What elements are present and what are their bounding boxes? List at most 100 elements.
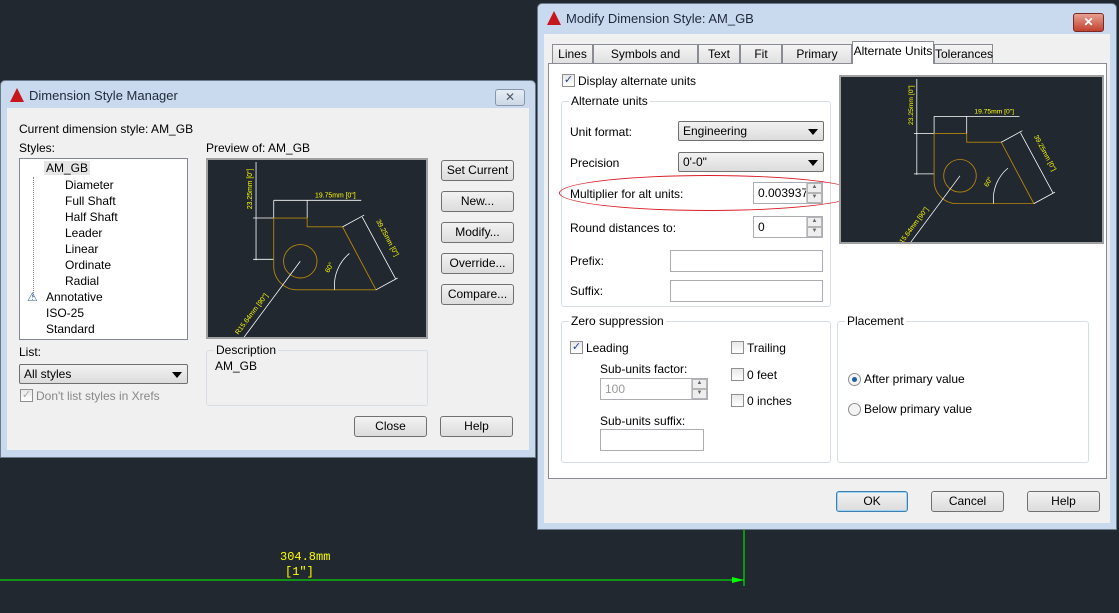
group-title: Zero suppression <box>569 314 666 328</box>
style-item[interactable]: Diameter <box>65 178 114 192</box>
dimension-text: 304.8mm <box>280 550 331 564</box>
modify-button[interactable]: Modify... <box>441 222 514 243</box>
subunits-suffix-input[interactable] <box>600 429 704 451</box>
group-title: Alternate units <box>569 94 650 108</box>
chevron-down-icon <box>172 372 182 378</box>
styles-list[interactable]: AM_GB Diameter Full Shaft Half Shaft Lea… <box>19 158 188 340</box>
dont-list-xrefs-label: Don't list styles in Xrefs <box>36 389 160 403</box>
preview-angle-label: 60° <box>324 261 336 274</box>
prefix-input[interactable] <box>670 250 823 272</box>
compare-button[interactable]: Compare... <box>441 284 514 305</box>
subunits-suffix-label: Sub-units suffix: <box>600 414 686 428</box>
part-outline <box>273 217 377 291</box>
trailing-checkbox[interactable] <box>731 341 744 354</box>
help-button[interactable]: Help <box>440 416 513 437</box>
close-icon[interactable]: ✕ <box>1073 13 1104 32</box>
current-style-label: Current dimension style: AM_GB <box>19 122 194 136</box>
dialog-title: Modify Dimension Style: AM_GB <box>566 11 754 26</box>
display-alt-units-label: Display alternate units <box>578 74 697 88</box>
list-label: List: <box>19 345 42 359</box>
preview-h-label: 19.75mm [0"] <box>974 108 1014 115</box>
alt-units-preview: 23.25mm [0"] 19.75mm [0"] 39.25mm [0"] 6… <box>839 75 1104 244</box>
preview-label: Preview of: AM_GB <box>206 141 311 155</box>
zero-feet-checkbox[interactable] <box>731 368 744 381</box>
tab-symbols-arrows[interactable]: Symbols and Arrows <box>593 44 698 79</box>
zero-inches-checkbox[interactable] <box>731 394 744 407</box>
below-primary-radio[interactable] <box>848 403 861 416</box>
preview-radius-label: R15.64mm [90"] <box>896 206 931 242</box>
autocad-logo-icon <box>10 88 24 102</box>
spin-down-icon[interactable]: ▼ <box>692 389 707 399</box>
ok-button[interactable]: OK <box>836 491 908 512</box>
tab-fit[interactable]: Fit <box>740 44 782 63</box>
style-preview: 23.25mm [0"] 19.75mm [0"] 39.25mm [0"] 6… <box>206 158 428 339</box>
preview-v-label: 23.25mm [0"] <box>908 85 915 125</box>
preview-v-label: 23.25mm [0"] <box>247 168 254 209</box>
dont-list-xrefs-checkbox[interactable]: ✓ <box>20 389 33 402</box>
unit-format-value: Engineering <box>683 124 748 138</box>
tab-tolerances[interactable]: Tolerances <box>934 44 993 63</box>
description-label: Description <box>214 343 279 357</box>
preview-h-label: 19.75mm [0"] <box>315 192 356 199</box>
after-primary-radio[interactable] <box>848 373 861 386</box>
override-button[interactable]: Override... <box>441 253 514 274</box>
autocad-logo-icon <box>547 11 561 25</box>
radius-leader <box>243 261 301 337</box>
list-value: All styles <box>24 367 72 381</box>
style-item[interactable]: Half Shaft <box>65 210 118 224</box>
style-item[interactable]: AM_GB <box>44 161 91 175</box>
help-button[interactable]: Help <box>1027 491 1100 512</box>
new-button[interactable]: New... <box>441 191 514 212</box>
list-dropdown[interactable]: All styles <box>19 364 188 384</box>
annotative-icon: ⚠ <box>27 290 38 304</box>
close-button[interactable]: Close <box>354 416 427 437</box>
style-item[interactable]: Radial <box>65 274 99 288</box>
zero-inches-label: 0 inches <box>747 394 792 408</box>
set-current-button[interactable]: Set Current <box>441 160 514 181</box>
chevron-down-icon <box>808 129 818 135</box>
unit-format-dropdown[interactable]: Engineering <box>678 121 824 141</box>
subunits-factor-stepper[interactable]: 100 ▲ ▼ <box>600 378 708 400</box>
style-item[interactable]: Full Shaft <box>65 194 116 208</box>
angle-arc <box>992 167 1009 204</box>
part-hole <box>943 159 977 193</box>
preview-radius-label: R15.64mm [90"] <box>234 292 269 336</box>
below-primary-label: Below primary value <box>864 402 973 416</box>
precision-dropdown[interactable]: 0'-0" <box>678 152 824 172</box>
tab-primary-units[interactable]: Primary Units <box>782 44 852 79</box>
style-item[interactable]: ISO-25 <box>46 306 84 320</box>
round-distances-label: Round distances to: <box>570 221 677 235</box>
style-item[interactable]: Leader <box>65 226 102 240</box>
tab-text[interactable]: Text <box>698 44 740 63</box>
display-alt-units-checkbox[interactable]: ✓ <box>562 74 575 87</box>
dimension-alt-text: [1"] <box>285 565 314 579</box>
style-item[interactable]: Ordinate <box>65 258 111 272</box>
preview-angle-label: 60° <box>983 175 995 188</box>
group-title: Placement <box>845 314 906 328</box>
round-value: 0 <box>758 220 765 234</box>
preview-aligned-label: 39.25mm [0"] <box>1032 134 1057 172</box>
part-outline <box>933 133 1035 205</box>
highlight-ellipse <box>559 175 858 211</box>
placement-group: Placement <box>837 314 1089 463</box>
cancel-button[interactable]: Cancel <box>931 491 1004 512</box>
subunits-factor-label: Sub-units factor: <box>600 362 688 376</box>
spin-up-icon[interactable]: ▲ <box>692 379 707 389</box>
subunits-factor-value: 100 <box>605 382 626 396</box>
spin-down-icon[interactable]: ▼ <box>807 227 822 237</box>
zero-feet-label: 0 feet <box>747 368 778 382</box>
style-item[interactable]: Standard <box>46 322 95 336</box>
tab-lines[interactable]: Lines <box>552 44 593 63</box>
spin-up-icon[interactable]: ▲ <box>807 217 822 227</box>
suffix-input[interactable] <box>670 280 823 302</box>
style-item[interactable]: Linear <box>65 242 98 256</box>
round-distances-stepper[interactable]: 0 ▲ ▼ <box>753 216 823 238</box>
style-item[interactable]: Annotative <box>46 290 103 304</box>
tab-alternate-units[interactable]: Alternate Units <box>852 41 934 64</box>
leading-checkbox[interactable]: ✓ <box>570 341 583 354</box>
close-icon[interactable]: ✕ <box>495 89 525 106</box>
angle-arc <box>334 253 350 290</box>
precision-label: Precision <box>570 156 620 170</box>
preview-aligned-label: 39.25mm [0"] <box>374 219 399 258</box>
trailing-label: Trailing <box>747 341 786 355</box>
